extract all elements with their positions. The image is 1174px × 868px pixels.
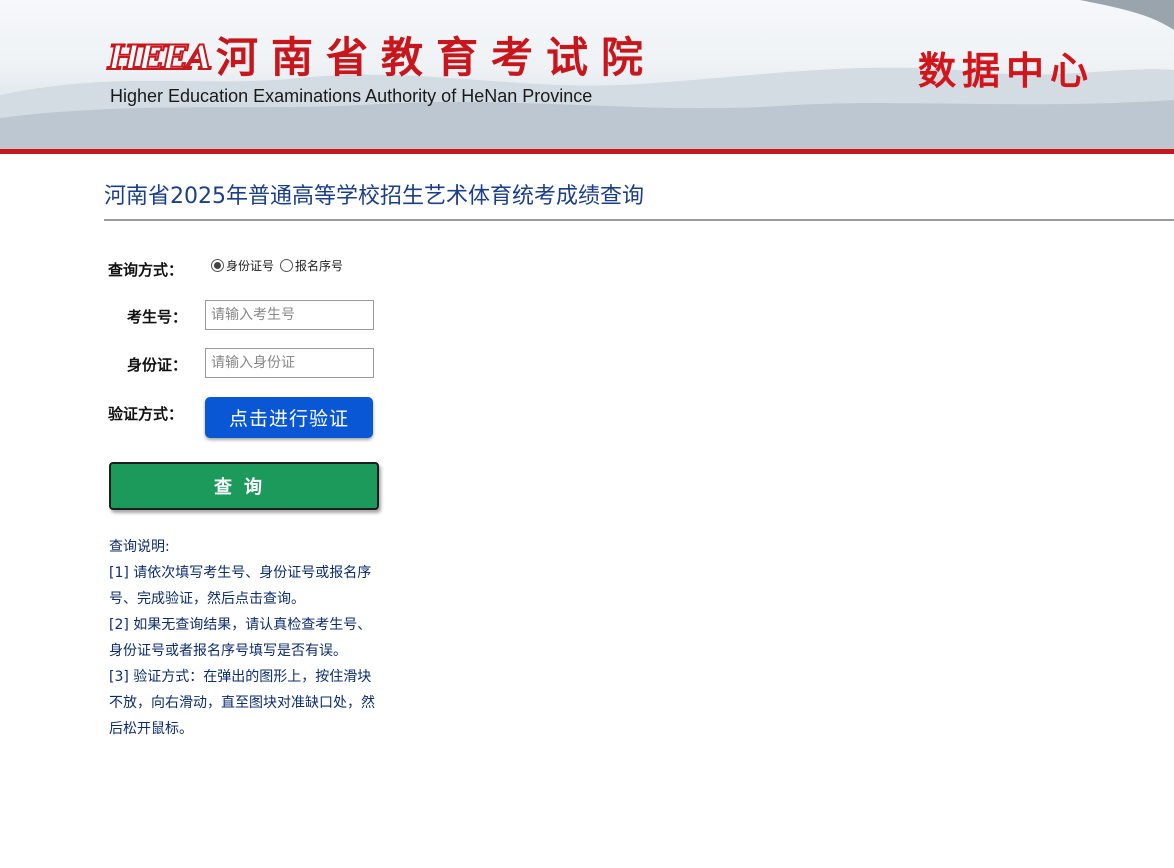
instruction-item: [2] 如果无查询结果，请认真检查考生号、身份证号或者报名序号填写是否有误。 — [109, 617, 372, 659]
id-card-input[interactable] — [205, 348, 374, 378]
heea-logo: HEEA — [107, 37, 213, 79]
query-instructions: 查询说明: [1] 请依次填写考生号、身份证号或报名序号、完成验证，然后点击查询… — [109, 534, 384, 742]
query-mode-radio-group: 身份证号 报名序号 — [211, 257, 349, 274]
instruction-item: [1] 请依次填写考生号、身份证号或报名序号、完成验证，然后点击查询。 — [109, 565, 372, 607]
exam-no-input[interactable] — [205, 300, 374, 330]
radio-registration-no[interactable] — [280, 259, 294, 272]
id-card-label: 身份证： — [127, 356, 188, 374]
radio-id-card-label[interactable]: 身份证号 — [226, 257, 274, 274]
page-title: 河南省2025年普通高等学校招生艺术体育统考成绩查询 — [104, 184, 644, 209]
exam-no-label: 考生号： — [127, 308, 188, 326]
radio-id-card[interactable] — [211, 259, 224, 272]
header-banner: HEEA 河南省教育考试院 Higher Education Examinati… — [0, 0, 1174, 150]
site-title: 河南省教育考试院 — [216, 33, 657, 82]
verify-button[interactable]: 点击进行验证 — [205, 397, 373, 438]
instruction-item: [3] 验证方式：在弹出的图形上，按住滑块不放，向右滑动，直至图块对准缺口处，然… — [109, 669, 375, 737]
header-divider — [0, 149, 1174, 154]
radio-registration-no-label[interactable]: 报名序号 — [295, 257, 343, 274]
query-button[interactable]: 查询 — [109, 462, 379, 510]
title-divider — [104, 219, 1174, 221]
verify-mode-label: 验证方式： — [108, 405, 184, 423]
instructions-heading: 查询说明: — [109, 539, 170, 555]
site-subtitle: Higher Education Examinations Authority … — [110, 86, 593, 106]
data-center-label: 数据中心 — [918, 49, 1095, 93]
query-mode-label: 查询方式： — [108, 261, 184, 279]
